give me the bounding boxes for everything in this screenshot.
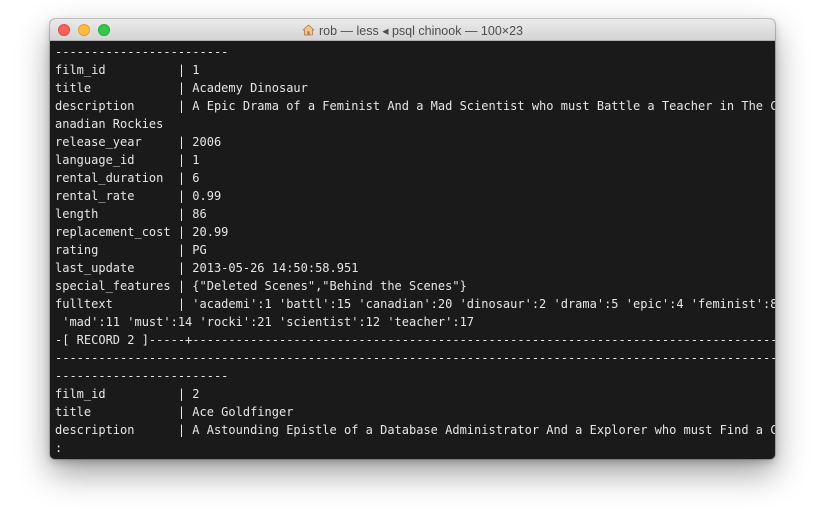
terminal-line: ------------------------ (55, 45, 229, 59)
terminal-line: language_id | 1 (55, 153, 200, 167)
terminal-line: fulltext | 'academi':1 'battl':15 'canad… (55, 297, 775, 311)
terminal-line: title | Ace Goldfinger (55, 405, 294, 419)
terminal-line: rental_rate | 0.99 (55, 189, 222, 203)
terminal-line: special_features | {"Deleted Scenes","Be… (55, 279, 467, 293)
home-icon (302, 24, 315, 36)
terminal-line: ------------------------ (55, 369, 229, 383)
terminal-line: rating | PG (55, 243, 207, 257)
window-title-wrap: rob — less ◂ psql chinook — 100×23 (50, 19, 775, 41)
terminal-line: 'mad':11 'must':14 'rocki':21 'scientist… (55, 315, 475, 329)
terminal-line: description | A Epic Drama of a Feminist… (55, 99, 775, 113)
terminal-line: release_year | 2006 (55, 135, 222, 149)
terminal-line: length | 86 (55, 207, 207, 221)
terminal-line: last_update | 2013-05-26 14:50:58.951 (55, 261, 359, 275)
terminal-line: replacement_cost | 20.99 (55, 225, 229, 239)
terminal-window: rob — less ◂ psql chinook — 100×23 -----… (50, 19, 775, 459)
terminal-line: anadian Rockies (55, 117, 164, 131)
terminal-line: film_id | 2 (55, 387, 200, 401)
terminal-line: rental_duration | 6 (55, 171, 200, 185)
title-bar: rob — less ◂ psql chinook — 100×23 (50, 19, 775, 41)
window-title: rob — less ◂ psql chinook — 100×23 (319, 23, 523, 38)
terminal-line: : (55, 441, 63, 455)
terminal-line: title | Academy Dinosaur (55, 81, 308, 95)
terminal-content[interactable]: ------------------------ film_id | 1 title… (50, 41, 775, 459)
terminal-line: ----------------------------------------… (55, 351, 775, 365)
terminal-line: description | A Astounding Epistle of a … (55, 423, 775, 437)
terminal-line: film_id | 1 (55, 63, 200, 77)
terminal-line: -[ RECORD 2 ]-----+---------------------… (55, 333, 775, 347)
